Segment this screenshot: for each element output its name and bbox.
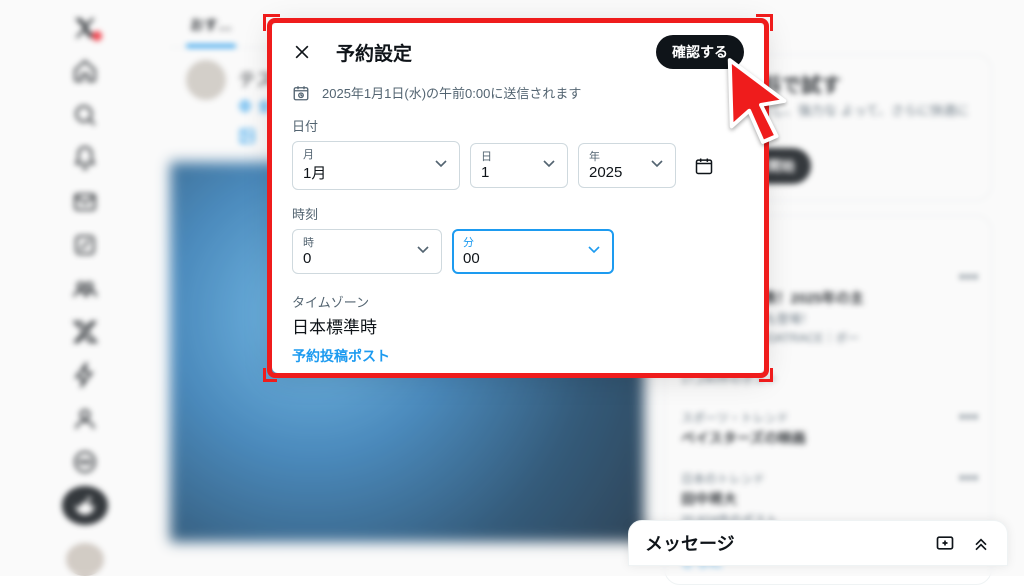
month-value: 1月	[303, 162, 449, 183]
confirm-button[interactable]: 確認する	[656, 35, 744, 69]
hour-value: 0	[303, 250, 431, 267]
timezone-label: タイムゾーン	[292, 292, 744, 311]
schedule-modal: 予約設定 確認する 2025年1月1日(水)の午前0:00に送信されます 日付 …	[267, 18, 769, 378]
minute-select[interactable]: 分 00	[452, 229, 614, 274]
messages-dock[interactable]: メッセージ	[628, 520, 1008, 566]
date-section-label: 日付	[292, 116, 744, 135]
timezone-value: 日本標準時	[292, 313, 744, 338]
time-section-label: 時刻	[292, 204, 744, 223]
month-label: 月	[303, 146, 449, 162]
chevron-down-icon	[413, 239, 433, 264]
chevron-down-icon	[647, 153, 667, 178]
year-select[interactable]: 年 2025	[578, 143, 676, 188]
minute-label: 分	[463, 234, 603, 250]
calendar-button[interactable]	[686, 148, 722, 184]
chevron-down-icon	[584, 239, 604, 264]
messages-dock-label: メッセージ	[645, 530, 735, 556]
minute-value: 00	[463, 250, 603, 267]
schedule-summary: 2025年1月1日(水)の午前0:00に送信されます	[322, 83, 581, 102]
chevron-down-icon	[539, 153, 559, 178]
modal-title: 予約設定	[336, 39, 412, 66]
schedule-icon	[292, 84, 310, 102]
month-select[interactable]: 月 1月	[292, 141, 460, 190]
chevron-down-icon	[431, 153, 451, 178]
hour-label: 時	[303, 234, 431, 250]
close-button[interactable]	[286, 36, 318, 68]
day-select[interactable]: 日 1	[470, 143, 568, 188]
scheduled-posts-link[interactable]: 予約投稿ポスト	[292, 348, 390, 364]
hour-select[interactable]: 時 0	[292, 229, 442, 274]
expand-dock-icon[interactable]	[971, 533, 991, 553]
new-message-icon[interactable]	[935, 533, 955, 553]
